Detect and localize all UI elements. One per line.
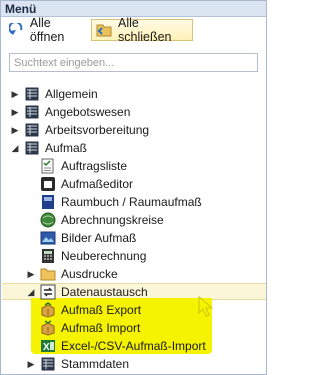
tree-item-label: Bilder Aufmaß: [61, 231, 137, 245]
search-input[interactable]: [9, 53, 258, 72]
tree-item-label: Neuberechnung: [61, 249, 147, 263]
tree-item-label: Aufmaß Import: [61, 321, 141, 335]
excel-icon: X: [40, 338, 56, 354]
tree-item-aufmass-export[interactable]: Aufmaß Export: [40, 301, 141, 319]
tree-item-label: Arbeitsvorbereitung: [45, 123, 150, 137]
tree-item-aufmass-import[interactable]: Aufmaß Import: [40, 319, 140, 337]
expander-icon[interactable]: ▶: [10, 107, 20, 117]
tree-item-label: Ausdrucke: [61, 267, 118, 281]
expander-icon[interactable]: ▶: [26, 359, 36, 369]
editor-icon: [40, 176, 56, 192]
calculator-icon: [40, 248, 56, 264]
grid-icon: [24, 104, 40, 120]
grid-icon: [40, 356, 56, 372]
grid-icon: [24, 122, 40, 138]
tree-item-raumbuch[interactable]: Raumbuch / Raumaufmaß: [40, 193, 202, 211]
tree-item-abrechnungskreise[interactable]: Abrechnungskreise: [40, 211, 164, 229]
grid-icon: [24, 140, 40, 156]
collapse-all-icon: [96, 22, 114, 38]
pointer-arrow-icon: [198, 295, 214, 317]
expander-icon[interactable]: ▶: [10, 125, 20, 135]
grid-icon: [24, 86, 40, 102]
tree-item-auftragsliste[interactable]: Auftragsliste: [40, 157, 127, 175]
tree-item-aufmasseditor[interactable]: Aufmaßeditor: [40, 175, 133, 193]
tree-item-ausdrucke[interactable]: ▶ Ausdrucke: [26, 265, 118, 283]
tree-item-stammdaten[interactable]: ▶ Stammdaten: [26, 355, 130, 373]
expander-icon[interactable]: ▶: [26, 269, 36, 279]
svg-text:X: X: [43, 342, 50, 353]
tree-item-label: Excel-/CSV-Aufmaß-Import: [61, 339, 206, 353]
tree-item-label: Allgemein: [45, 87, 98, 101]
book-icon: [40, 194, 56, 210]
checklist-icon: [40, 158, 56, 174]
open-all-button[interactable]: Alle öffnen: [5, 16, 89, 44]
menu-panel: Menü Alle öffnen Alle schließen ▶ A: [0, 0, 267, 375]
tree-item-bilder-aufmass[interactable]: Bilder Aufmaß: [40, 229, 136, 247]
tree-item-label: Auftragsliste: [61, 159, 128, 173]
tree-item-neuberechnung[interactable]: Neuberechnung: [40, 247, 146, 265]
exchange-icon: [40, 284, 56, 300]
tree-item-label: Aufmaß: [45, 141, 88, 155]
package-import-icon: [40, 320, 56, 336]
tree-item-label: Stammdaten: [61, 357, 130, 371]
tree-item-aufmass[interactable]: ◢ Aufmaß: [10, 139, 87, 157]
folder-icon: [40, 266, 56, 282]
tree-item-label: Angebotswesen: [45, 105, 131, 119]
tree-item-arbeitsvorbereitung[interactable]: ▶ Arbeitsvorbereitung: [10, 121, 150, 139]
tree-item-label: Abrechnungskreise: [61, 213, 164, 227]
expander-icon[interactable]: ▶: [10, 89, 20, 99]
panel-titlebar: Menü: [1, 1, 266, 17]
tree-item-label: Aufmaßeditor: [61, 177, 134, 191]
globe-icon: [40, 212, 56, 228]
expander-icon[interactable]: ◢: [10, 143, 20, 153]
tree-item-excel-csv-import[interactable]: X Excel-/CSV-Aufmaß-Import: [40, 337, 206, 355]
tree-item-datenaustausch[interactable]: ◢ Datenaustausch: [26, 283, 148, 301]
tree-item-label: Aufmaß Export: [61, 303, 142, 317]
tree-item-label: Datenaustausch: [61, 285, 148, 299]
package-export-icon: [40, 302, 56, 318]
tree-item-label: Raumbuch / Raumaufmaß: [61, 195, 202, 209]
close-all-label: Alle schließen: [118, 16, 172, 44]
expand-all-icon: [9, 22, 26, 38]
close-all-button[interactable]: Alle schließen: [91, 16, 193, 44]
tree-item-allgemein[interactable]: ▶ Allgemein: [10, 85, 98, 103]
open-all-label: Alle öffnen: [29, 16, 65, 44]
tree-item-angebotswesen[interactable]: ▶ Angebotswesen: [10, 103, 131, 121]
expander-icon[interactable]: ◢: [26, 287, 36, 297]
panel-title: Menü: [5, 2, 37, 16]
tree-toolbar: Alle öffnen Alle schließen: [1, 16, 266, 44]
image-icon: [40, 230, 56, 246]
